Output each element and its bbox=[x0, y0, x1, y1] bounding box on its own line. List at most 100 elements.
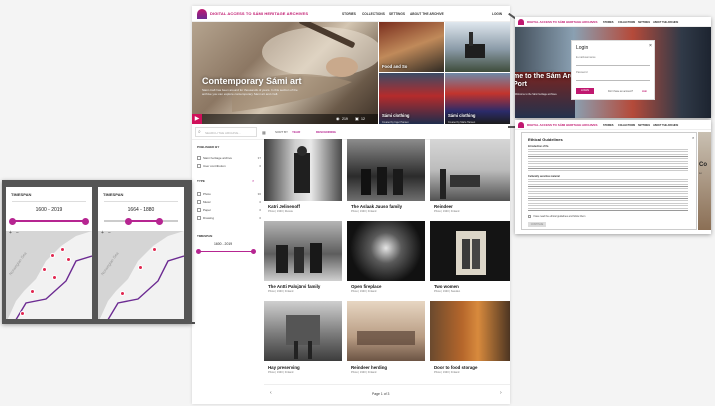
map-pin[interactable] bbox=[152, 247, 157, 252]
map-pin[interactable] bbox=[52, 275, 57, 280]
checkbox[interactable] bbox=[197, 164, 201, 169]
card-image[interactable] bbox=[430, 301, 510, 361]
herding-photo bbox=[357, 331, 415, 345]
nav-stories[interactable]: STORIES bbox=[603, 21, 613, 24]
site-title[interactable]: DIGITAL ACCESS TO SÁMI HERITAGE ARCHIVES bbox=[527, 20, 598, 24]
card-title[interactable]: Reindeer herding bbox=[351, 365, 387, 370]
site-title[interactable]: DIGITAL ACCESS TO SÁMI HERITAGE ARCHIVES bbox=[527, 123, 598, 127]
nav-about[interactable]: ABOUT THE ARCHIVE bbox=[653, 21, 678, 24]
zoom-out-icon[interactable]: − bbox=[108, 230, 111, 236]
logo-icon[interactable] bbox=[518, 122, 524, 128]
nav-collections[interactable]: COLLECTIONS bbox=[362, 12, 385, 16]
nav-stories[interactable]: STORIES bbox=[342, 12, 356, 16]
signup-link[interactable]: Join bbox=[642, 90, 647, 93]
nav-stories[interactable]: STORIES bbox=[603, 124, 613, 127]
order-select[interactable]: DESCENDING bbox=[316, 130, 336, 134]
card-image[interactable] bbox=[347, 221, 425, 281]
zoom-in-icon[interactable]: + bbox=[9, 230, 12, 236]
zoom-out-icon[interactable]: − bbox=[16, 230, 19, 236]
card-title[interactable]: Two women bbox=[434, 284, 459, 289]
card-image[interactable] bbox=[347, 301, 425, 361]
continue-button[interactable]: CONTINUE bbox=[528, 222, 546, 227]
login-button[interactable]: LOGIN bbox=[576, 88, 594, 94]
tile-label: Food and So bbox=[382, 64, 408, 69]
hero-tile-clothing-2[interactable]: Sámi clothing Created by Maria Hansen bbox=[445, 73, 510, 124]
timespan-slider[interactable] bbox=[12, 220, 86, 222]
logo-icon[interactable] bbox=[518, 19, 524, 25]
close-icon[interactable]: × bbox=[252, 178, 254, 183]
map[interactable]: + − Norwegian Sea bbox=[6, 230, 92, 319]
likes-count: 219 bbox=[342, 117, 348, 121]
agree-checkbox[interactable]: I have read the ethical guidelines and f… bbox=[528, 215, 585, 218]
filter-publisher-archive[interactable]: Sámi heritage archive 37 bbox=[197, 156, 265, 161]
map-pin[interactable] bbox=[138, 265, 143, 270]
grid-view-icon[interactable]: ▦ bbox=[262, 130, 266, 135]
timespan-panel-narrow: TIMESPAN 1664 - 1880 + − Norwegian Sea bbox=[98, 187, 184, 319]
hero-tile-landscape[interactable] bbox=[445, 22, 510, 72]
tile-label: Sámi clothing bbox=[448, 113, 476, 118]
card-image[interactable] bbox=[430, 221, 510, 281]
email-field[interactable] bbox=[576, 60, 650, 66]
close-icon[interactable]: × bbox=[692, 135, 694, 140]
map-pin[interactable] bbox=[60, 247, 65, 252]
filter-type-paper[interactable]: Paper 0 bbox=[197, 208, 265, 213]
map-pin[interactable] bbox=[30, 289, 35, 294]
slider-handle-start[interactable] bbox=[125, 217, 132, 225]
checkbox[interactable] bbox=[197, 208, 201, 213]
filter-type-music[interactable]: Music 0 bbox=[197, 200, 265, 205]
nav-collections[interactable]: COLLECTIONS bbox=[618, 124, 635, 127]
filter-publisher-user[interactable]: User contribution 0 bbox=[197, 164, 265, 169]
checkbox[interactable] bbox=[197, 192, 201, 197]
card-title[interactable]: Open fireplace bbox=[351, 284, 382, 289]
nav-collections[interactable]: COLLECTIONS bbox=[618, 21, 635, 24]
card-image[interactable] bbox=[430, 139, 510, 201]
filter-type-drawing[interactable]: Drawing 0 bbox=[197, 216, 265, 221]
chevron-left-icon[interactable]: ‹ bbox=[270, 390, 272, 396]
card-title[interactable]: Katri Jelinenoff bbox=[268, 204, 300, 209]
card-title[interactable]: Hay preserving bbox=[268, 365, 300, 370]
nav-about[interactable]: ABOUT THE ARCHIVE bbox=[410, 12, 444, 16]
card-image[interactable] bbox=[264, 221, 342, 281]
card-title[interactable]: The Antti Palojärvi family bbox=[268, 284, 320, 289]
play-icon[interactable]: ▶ bbox=[192, 114, 202, 124]
map-pin[interactable] bbox=[42, 267, 47, 272]
card-image[interactable] bbox=[264, 139, 342, 201]
slider-handle-end[interactable] bbox=[82, 217, 89, 225]
checkbox[interactable] bbox=[197, 200, 201, 205]
search-input[interactable]: ⌕ SEARCH THE ARCHIVE... bbox=[195, 127, 257, 137]
hero-tile-clothing-1[interactable]: Sámi clothing Created by Inger Hansen bbox=[379, 73, 444, 124]
map-pin[interactable] bbox=[120, 291, 125, 296]
filter-type-photo[interactable]: Photo 36 bbox=[197, 192, 265, 197]
zoom-in-icon[interactable]: + bbox=[101, 230, 104, 236]
hero-dots[interactable] bbox=[277, 117, 293, 130]
site-title[interactable]: DIGITAL ACCESS TO SÁMI HERITAGE ARCHIVES bbox=[210, 11, 308, 16]
hero-tile-food[interactable]: Food and So bbox=[379, 22, 444, 72]
close-icon[interactable]: × bbox=[649, 43, 652, 49]
password-field[interactable] bbox=[576, 75, 650, 81]
nav-settings[interactable]: SETTINGS bbox=[638, 21, 650, 24]
map-pin[interactable] bbox=[20, 311, 25, 316]
map[interactable]: + − Norwegian Sea bbox=[98, 230, 184, 319]
checkbox[interactable] bbox=[197, 156, 201, 161]
login-link[interactable]: LOGIN bbox=[492, 12, 502, 16]
map-pin[interactable] bbox=[66, 257, 71, 262]
slider-handle-start[interactable] bbox=[196, 249, 201, 254]
card-image[interactable] bbox=[347, 139, 425, 201]
slider-handle-end[interactable] bbox=[251, 249, 256, 254]
timespan-slider[interactable] bbox=[198, 251, 254, 252]
nav-settings[interactable]: SETTINGS bbox=[638, 124, 650, 127]
hero-image[interactable]: Contemporary Sámi art Sámi craft has bee… bbox=[192, 22, 378, 124]
card-title[interactable]: Reindeer bbox=[434, 204, 453, 209]
map-pin[interactable] bbox=[50, 253, 55, 258]
nav-about[interactable]: ABOUT THE ARCHIVE bbox=[653, 124, 678, 127]
chevron-right-icon[interactable]: › bbox=[500, 390, 502, 396]
card-title[interactable]: Door to food storage bbox=[434, 365, 477, 370]
checkbox[interactable] bbox=[197, 216, 201, 221]
slider-handle-end[interactable] bbox=[156, 217, 163, 225]
sort-select[interactable]: YEAR bbox=[292, 130, 300, 134]
slider-handle-start[interactable] bbox=[9, 217, 16, 225]
card-image[interactable] bbox=[264, 301, 342, 361]
card-title[interactable]: The Aslaak Juuso family bbox=[351, 204, 402, 209]
logo-icon[interactable] bbox=[197, 9, 207, 19]
nav-settings[interactable]: SETTINGS bbox=[389, 12, 405, 16]
